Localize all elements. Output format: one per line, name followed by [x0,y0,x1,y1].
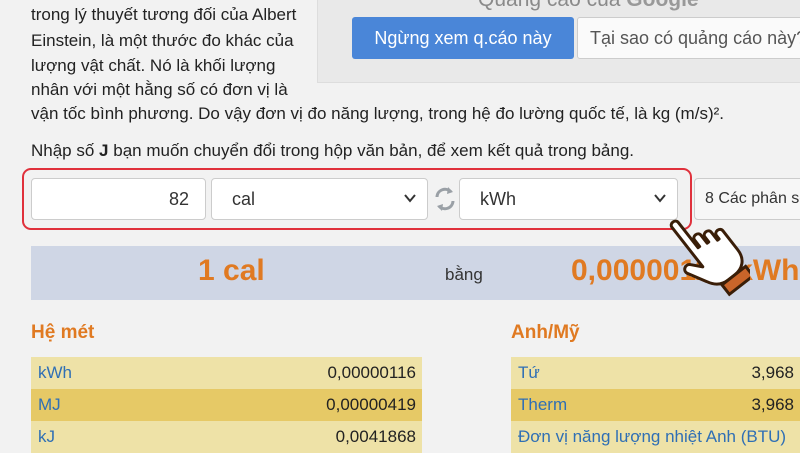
instruction-before: Nhập số [31,141,100,160]
ad-title-brand: Google [626,0,698,11]
metric-section-title: Hệ mét [31,322,95,343]
swap-icon[interactable] [432,184,458,214]
intro-line-3: lượng vật chất. Nó là khối lượng [31,56,276,75]
table-row: kWh 0,00000116 [31,357,422,389]
imperial-section-title: Anh/Mỹ [511,322,580,343]
instruction-unit: J [99,141,109,160]
hand-pointer-icon [660,205,756,305]
chevron-down-icon [403,179,417,234]
instruction-after: bạn muốn chuyển đổi trong hộp văn bản, đ… [108,141,634,160]
unit-value: 3,968 [751,395,794,414]
table-row: kJ 0,0041868 [31,421,422,453]
imperial-table: Tứ 3,968 Therm 3,968 Đơn vị năng lượng n… [511,357,800,453]
unit-value: 0,0041868 [335,427,416,446]
to-unit-value: kWh [480,189,516,209]
stop-ad-button[interactable]: Ngừng xem q.cáo này [352,17,574,59]
from-unit-value: cal [232,189,256,209]
instruction-text: Nhập số J bạn muốn chuyển đổi trong hộp … [31,141,634,161]
unit-link[interactable]: Therm [518,389,567,421]
unit-link[interactable]: Tứ [518,357,540,389]
unit-link[interactable]: MJ [38,389,61,421]
why-ad-button[interactable]: Tại sao có quảng cáo này? [577,17,800,59]
metric-table: kWh 0,00000116 MJ 0,00000419 kJ 0,004186… [31,357,422,453]
intro-line-5: vận tốc bình phương. Do vậy đơn vị đo nă… [31,104,724,123]
table-row: Đơn vị năng lượng nhiệt Anh (BTU) [511,421,800,453]
result-equals-label: bằng [445,265,483,284]
unit-link[interactable]: kJ [38,421,55,453]
table-row: MJ 0,00000419 [31,389,422,421]
ad-title: Quảng cáo của Google [478,0,699,12]
table-row: Therm 3,968 [511,389,800,421]
unit-value: 0,00000116 [327,363,416,382]
unit-link[interactable]: kWh [38,357,72,389]
unit-link[interactable]: Đơn vị năng lượng nhiệt Anh (BTU) [518,421,786,453]
intro-line-1: trong lý thuyết tương đối của Albert [31,5,297,24]
result-from: 1 cal [198,254,265,287]
to-unit-select[interactable]: kWh [459,178,678,220]
ad-title-prefix: Quảng cáo của [478,0,620,11]
intro-line-2: Einstein, là một thước đo khác của [31,31,294,50]
intro-line-4: nhân với một hằng số có đơn vị là [31,80,288,99]
table-row: Tứ 3,968 [511,357,800,389]
unit-value: 3,968 [751,363,794,382]
amount-input[interactable] [31,178,206,220]
unit-value: 0,00000419 [326,395,416,414]
from-unit-select[interactable]: cal [211,178,428,220]
